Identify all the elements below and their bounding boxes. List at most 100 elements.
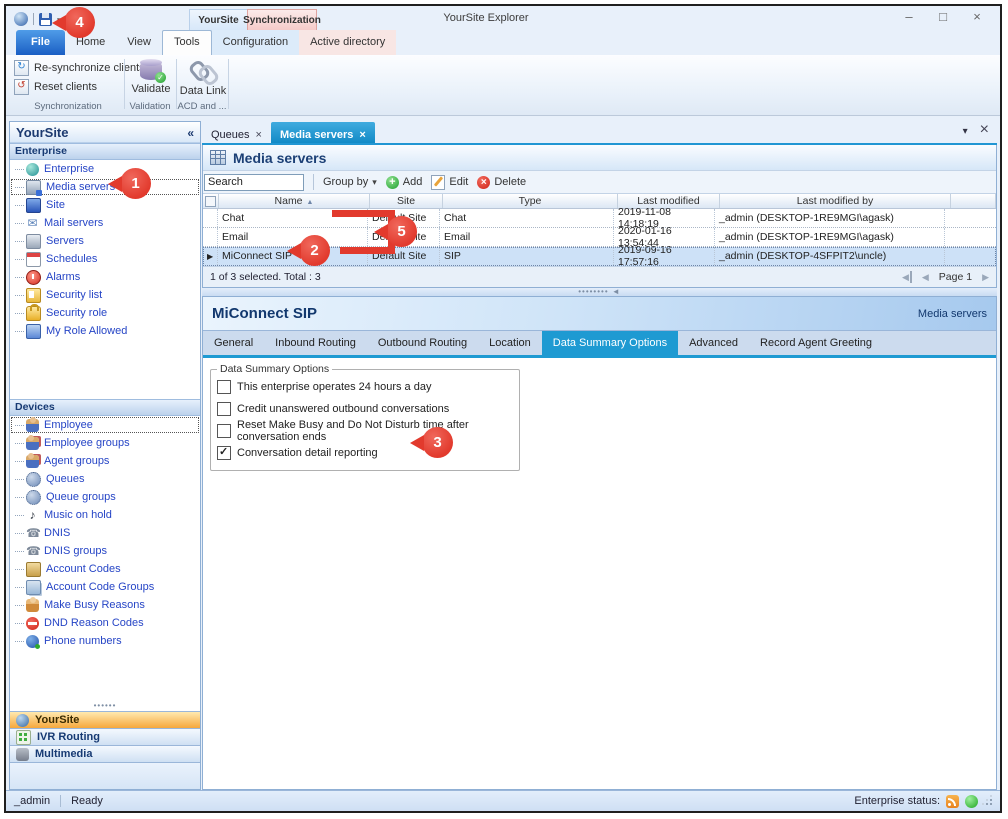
detail-header: MiConnect SIP Media servers: [203, 297, 996, 331]
status-bar: _admin Ready Enterprise status:: [6, 790, 1000, 811]
option-credit-unanswered[interactable]: Credit unanswered outbound conversations: [217, 398, 513, 420]
close-tab-icon[interactable]: [359, 129, 365, 141]
sidebar-item-employee[interactable]: Employee: [10, 416, 200, 434]
sidebar-item-account-code-groups[interactable]: Account Code Groups: [10, 578, 200, 596]
tab-general[interactable]: General: [203, 331, 264, 355]
dnis-icon: [26, 527, 39, 540]
sidebar-splitter[interactable]: [10, 703, 200, 711]
grid-header-row: Name Site Type Last modified Last modifi…: [203, 194, 996, 209]
column-header-last-modified-by[interactable]: Last modified by: [720, 194, 951, 208]
minimize-button[interactable]: [900, 9, 918, 24]
sidebar-item-media-servers[interactable]: Media servers: [10, 178, 200, 196]
search-input[interactable]: [204, 174, 304, 191]
checkbox[interactable]: [217, 424, 231, 438]
section-header-enterprise: Enterprise: [10, 143, 200, 160]
sidebar-item-dnd-reason-codes[interactable]: DND Reason Codes: [10, 614, 200, 632]
close-tab-icon[interactable]: [256, 129, 262, 141]
horizontal-splitter[interactable]: [202, 288, 997, 296]
edit-button[interactable]: Edit: [431, 175, 468, 190]
close-button[interactable]: [968, 9, 986, 24]
data-summary-options-group: Data Summary Options This enterprise ope…: [210, 363, 520, 471]
resize-grip[interactable]: [984, 797, 992, 805]
tab-active-directory[interactable]: Active directory: [299, 30, 396, 55]
resynchronize-clients-button[interactable]: Re-synchronize clients: [14, 60, 145, 76]
doc-tab-media-servers[interactable]: Media servers: [271, 122, 375, 143]
contextual-group-yoursite: YourSite: [189, 9, 248, 31]
tab-advanced[interactable]: Advanced: [678, 331, 749, 355]
sidebar-item-agent-groups[interactable]: Agent groups: [10, 452, 200, 470]
checkbox[interactable]: [217, 402, 231, 416]
sidebar-item-security-list[interactable]: Security list: [10, 286, 200, 304]
group-by-button[interactable]: Group by: [323, 176, 377, 188]
employee-groups-icon: [26, 437, 39, 450]
group-legend: Data Summary Options: [217, 363, 332, 375]
column-header-type[interactable]: Type: [443, 194, 618, 208]
sidebar-item-site[interactable]: Site: [10, 196, 200, 214]
close-document-icon[interactable]: [980, 121, 989, 139]
tab-record-agent-greeting[interactable]: Record Agent Greeting: [749, 331, 883, 355]
status-state: Ready: [71, 795, 103, 807]
reset-clients-button[interactable]: Reset clients: [14, 79, 97, 95]
titlebar: YourSite Synchronization YourSite Explor…: [6, 6, 1000, 30]
mail-servers-icon: [26, 217, 39, 230]
section-header-devices: Devices: [10, 399, 200, 416]
tab-inbound-routing[interactable]: Inbound Routing: [264, 331, 367, 355]
sidebar-item-schedules[interactable]: Schedules: [10, 250, 200, 268]
sidebar-item-my-role-allowed[interactable]: My Role Allowed: [10, 322, 200, 340]
detail-context-label: Media servers: [918, 308, 987, 320]
checkbox[interactable]: [217, 446, 231, 460]
site-icon: [26, 198, 41, 213]
sidebar-item-alarms[interactable]: Alarms: [10, 268, 200, 286]
sidebar-item-phone-numbers[interactable]: Phone numbers: [10, 632, 200, 650]
media-servers-table-icon: [210, 150, 226, 165]
ribbon-group-synchronization: Synchronization: [14, 101, 122, 112]
sidebar-item-dnis-groups[interactable]: DNIS groups: [10, 542, 200, 560]
next-page-icon[interactable]: [982, 271, 989, 283]
tab-location[interactable]: Location: [478, 331, 542, 355]
first-page-icon[interactable]: [902, 271, 912, 283]
sidebar-item-employee-groups[interactable]: Employee groups: [10, 434, 200, 452]
sidebar-item-security-role[interactable]: Security role: [10, 304, 200, 322]
stack-item-yoursite[interactable]: YourSite: [10, 711, 200, 728]
option-conversation-detail-reporting[interactable]: Conversation detail reporting: [217, 442, 513, 464]
checkbox[interactable]: [217, 380, 231, 394]
ribbon-tab-row: File Home View Tools Configuration Activ…: [6, 30, 1000, 55]
chevron-down-icon: [372, 176, 377, 188]
tab-list-dropdown-icon[interactable]: [963, 121, 968, 139]
tab-tools[interactable]: Tools: [162, 30, 212, 55]
green-status-icon: [965, 795, 978, 808]
sidebar-collapse-icon[interactable]: [187, 125, 194, 140]
rss-status-icon[interactable]: [946, 795, 959, 808]
schedules-icon: [26, 252, 41, 267]
tab-configuration[interactable]: Configuration: [212, 30, 299, 55]
column-header-site[interactable]: Site: [370, 194, 443, 208]
delete-button[interactable]: Delete: [477, 176, 526, 189]
tab-file[interactable]: File: [16, 30, 65, 55]
maximize-button[interactable]: [934, 9, 952, 24]
add-button[interactable]: Add: [386, 176, 423, 189]
doc-tab-queues[interactable]: Queues: [202, 122, 271, 143]
stack-item-multimedia[interactable]: Multimedia: [10, 745, 200, 762]
tab-data-summary-options[interactable]: Data Summary Options: [542, 331, 678, 355]
sidebar-item-queues[interactable]: Queues: [10, 470, 200, 488]
sidebar-item-queue-groups[interactable]: Queue groups: [10, 488, 200, 506]
previous-page-icon[interactable]: [922, 271, 929, 283]
sidebar-item-dnis[interactable]: DNIS: [10, 524, 200, 542]
tab-view[interactable]: View: [116, 30, 162, 55]
save-icon[interactable]: [39, 13, 52, 26]
enterprise-status-label: Enterprise status:: [854, 795, 940, 807]
option-24-hours[interactable]: This enterprise operates 24 hours a day: [217, 376, 513, 398]
sidebar-item-servers[interactable]: Servers: [10, 232, 200, 250]
sidebar-item-enterprise[interactable]: Enterprise: [10, 160, 200, 178]
sidebar-item-mail-servers[interactable]: Mail servers: [10, 214, 200, 232]
option-reset-make-busy[interactable]: Reset Make Busy and Do Not Disturb time …: [217, 420, 513, 442]
table-row[interactable]: Chat Default Site Chat 2019-11-08 14:18:…: [203, 209, 996, 228]
stack-item-ivr-routing[interactable]: IVR Routing: [10, 728, 200, 745]
sidebar-item-account-codes[interactable]: Account Codes: [10, 560, 200, 578]
column-header-name[interactable]: Name: [219, 194, 370, 208]
sidebar-item-make-busy-reasons[interactable]: Make Busy Reasons: [10, 596, 200, 614]
ribbon-group-acd: ACD and ...: [177, 101, 227, 112]
select-all-checkbox[interactable]: [205, 196, 216, 207]
tab-outbound-routing[interactable]: Outbound Routing: [367, 331, 478, 355]
sidebar-item-music-on-hold[interactable]: Music on hold: [10, 506, 200, 524]
